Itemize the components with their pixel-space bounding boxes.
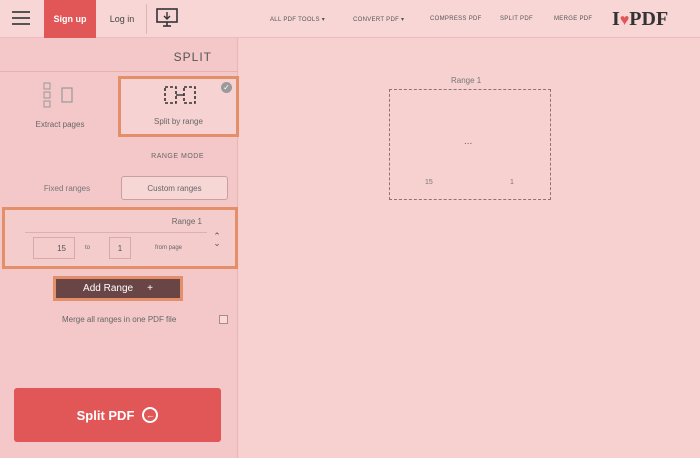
- split-by-range-label: Split by range: [154, 117, 203, 126]
- divider: [146, 4, 147, 34]
- custom-ranges-button[interactable]: Custom ranges: [121, 176, 228, 200]
- preview-range-label: Range 1: [451, 76, 482, 85]
- divider: [25, 232, 207, 233]
- extract-pages-label: Extract pages: [35, 120, 85, 129]
- logo[interactable]: I♥PDF: [612, 8, 668, 31]
- extract-pages-icon: [43, 82, 73, 108]
- desktop-app-icon[interactable]: [156, 7, 178, 29]
- nav-split[interactable]: SPLIT PDF: [500, 0, 533, 38]
- split-range-icon: [164, 86, 196, 104]
- check-icon: ✓: [221, 82, 232, 93]
- nav-convert[interactable]: CONVERT PDF ▾: [353, 0, 404, 38]
- to-page-label: to: [85, 245, 91, 251]
- add-range-button[interactable]: Add Range +: [53, 276, 183, 301]
- merge-label: Merge all ranges in one PDF file: [62, 315, 177, 324]
- signup-button[interactable]: Sign up: [44, 0, 96, 38]
- nav-merge[interactable]: MERGE PDF: [554, 0, 592, 38]
- from-page-input[interactable]: 1: [109, 237, 131, 259]
- arrow-left-icon: ←: [142, 407, 159, 423]
- fixed-ranges-button[interactable]: Fixed ranges: [22, 176, 112, 200]
- from-page-label: from page: [155, 245, 183, 251]
- divider: [0, 71, 238, 72]
- reorder-icon[interactable]: ⌃ ⌄: [211, 232, 223, 248]
- split-pdf-label: Split PDF: [76, 407, 135, 423]
- add-range-label: Add Range: [83, 283, 134, 294]
- nav-compress[interactable]: COMPRESS PDF: [430, 0, 482, 38]
- nav-all-tools[interactable]: ALL PDF TOOLS ▾: [270, 0, 325, 38]
- extract-pages-option[interactable]: Extract pages: [20, 76, 100, 137]
- preview-ellipsis: ...: [464, 136, 473, 147]
- split-pdf-button[interactable]: Split PDF ←: [14, 388, 221, 442]
- top-bar: Sign up Log in ALL PDF TOOLS ▾ CONVERT P…: [0, 0, 700, 38]
- range-preview-card[interactable]: ... 15 1: [389, 89, 551, 200]
- range-label: Range 1: [171, 217, 202, 226]
- to-page-input[interactable]: 15: [33, 237, 75, 259]
- merge-checkbox[interactable]: [219, 315, 228, 324]
- menu-icon[interactable]: [12, 11, 30, 25]
- plus-icon: +: [147, 283, 153, 294]
- preview-page-end: 15: [425, 179, 433, 186]
- split-by-range-option[interactable]: ✓ Split by range: [118, 76, 239, 137]
- range-mode-heading: RANGE MODE: [151, 153, 204, 160]
- panel-title: SPLIT: [173, 50, 212, 64]
- heart-icon: ♥: [619, 12, 630, 29]
- login-button[interactable]: Log in: [102, 0, 142, 38]
- range-editor: Range 1 ⌃ ⌄ 1 from page 15 to: [2, 207, 238, 269]
- preview-page-start: 1: [510, 179, 514, 186]
